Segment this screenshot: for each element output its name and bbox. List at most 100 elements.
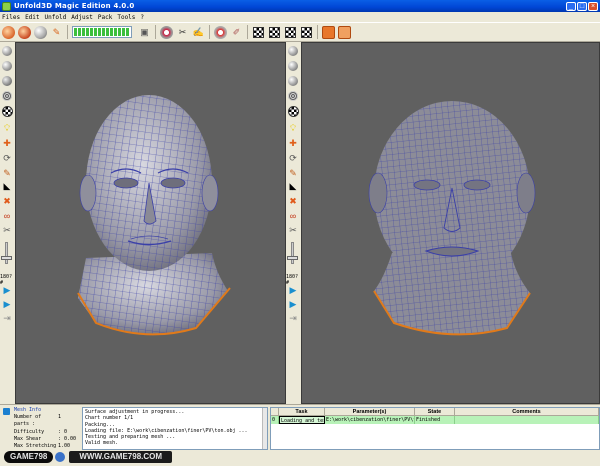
watermark-right: WWW.GAME798.COM [69, 451, 173, 463]
weld-icon[interactable]: ✐ [230, 26, 243, 39]
head-mesh-3d [77, 95, 231, 336]
sphere-tool-icon[interactable] [34, 25, 47, 39]
move-2-icon[interactable]: ✚ [287, 137, 299, 149]
menu-help[interactable]: ? [140, 14, 144, 21]
pencil-tool-icon[interactable]: ✎ [50, 26, 63, 39]
window-title: Unfold3D Magic Edition 4.0.0 [14, 2, 135, 10]
toolbar: ✎ ▣ ✂ ✍ ✐ [0, 22, 600, 42]
checker-sphere-icon[interactable] [1, 105, 13, 117]
checker-3-icon[interactable] [284, 26, 297, 39]
toolbar-separator [155, 25, 156, 39]
smooth-view-icon[interactable] [1, 60, 13, 72]
menu-unfold[interactable]: Unfold [45, 14, 67, 21]
watermark-logo-icon [55, 452, 66, 462]
shaded-view-2-icon[interactable] [287, 45, 299, 57]
mesh-info-icon [3, 408, 10, 415]
uv-viewport[interactable] [301, 42, 600, 404]
open-mesh-icon[interactable] [2, 25, 15, 39]
app-icon [2, 1, 11, 11]
triangle-2-icon[interactable]: ◣ [287, 180, 299, 192]
loop-icon[interactable]: ∞ [1, 210, 13, 222]
cut-icon[interactable] [214, 25, 227, 39]
toolbar-separator [317, 25, 318, 39]
menu-tools[interactable]: Tools [117, 14, 135, 21]
mesh-info-title: Mesh Info [14, 407, 42, 413]
column-header-task[interactable]: Task [279, 408, 325, 415]
toolbar-separator [247, 25, 248, 39]
pack-icon[interactable] [322, 25, 335, 39]
checker-1-icon[interactable] [252, 26, 265, 39]
menu-bar: Files Edit Unfold Adjust Pack Tools ? [0, 12, 600, 22]
left-tool-column: 💡︎ ✚ ⟳ ✎ ◣ ✖ ∞ ✂ 180?# ▶ ▶ ⇥ [0, 42, 15, 404]
camera-icon[interactable]: ▣ [138, 26, 151, 39]
column-header-state[interactable]: State [415, 408, 455, 415]
log-line: Valid mesh. [85, 440, 119, 447]
zoom-slider-track[interactable] [5, 242, 8, 264]
watermark-bar: GAME798 WWW.GAME798.COM [0, 448, 600, 466]
toolbar-separator [67, 25, 68, 39]
task-table: Task Parameter(s) State Comments 0 Loadi… [270, 407, 600, 450]
shaded-view-icon[interactable] [1, 45, 13, 57]
relax-icon[interactable]: ✍ [192, 26, 205, 39]
table-cell [455, 416, 599, 424]
close-button[interactable]: × [588, 1, 598, 11]
menu-edit[interactable]: Edit [25, 14, 39, 21]
log-scrollbar[interactable] [262, 408, 267, 449]
unfold-icon[interactable] [160, 25, 173, 39]
light-bulb-2-icon[interactable]: 💡︎ [287, 122, 299, 134]
3d-viewport[interactable] [15, 42, 286, 404]
checker-4-icon[interactable] [300, 26, 313, 39]
wireframe-sphere-icon[interactable] [1, 90, 13, 102]
optimize-icon[interactable]: ✂ [176, 26, 189, 39]
checker-2-icon[interactable] [268, 26, 281, 39]
app-window: Unfold3D Magic Edition 4.0.0 _ □ × Files… [0, 0, 600, 466]
mesh-info-panel: Mesh Info Number of parts : 1 Difficulty… [0, 405, 82, 456]
save-mesh-icon[interactable] [18, 25, 31, 39]
zoom-slider-2-track[interactable] [291, 242, 294, 264]
light-bulb-icon[interactable]: 💡︎ [1, 122, 13, 134]
watermark-left: GAME798 [4, 451, 54, 463]
table-cell: Finished [415, 416, 455, 424]
forward-icon[interactable]: ▶ [1, 298, 13, 310]
step-2-icon[interactable]: ⇥ [287, 312, 299, 324]
wire-view-icon[interactable] [1, 75, 13, 87]
maximize-button[interactable]: □ [577, 1, 587, 11]
table-row[interactable]: 0 Loading and tes E:\work\cibenzation\fi… [271, 416, 599, 424]
move-icon[interactable]: ✚ [1, 137, 13, 149]
column-header-comments[interactable]: Comments [455, 408, 599, 415]
pen-2-icon[interactable]: ✎ [287, 167, 299, 179]
step-icon[interactable]: ⇥ [1, 312, 13, 324]
scissors-icon[interactable]: ✂ [1, 224, 13, 236]
checker-sphere-2-icon[interactable] [287, 105, 299, 117]
table-cell: E:\work\cibenzation\finer\PV\ton [326, 416, 415, 424]
rotate-2-icon[interactable]: ⟳ [287, 152, 299, 164]
wire-view-2-icon[interactable] [287, 75, 299, 87]
menu-adjust[interactable]: Adjust [71, 14, 93, 21]
menu-pack[interactable]: Pack [98, 14, 112, 21]
title-bar: Unfold3D Magic Edition 4.0.0 _ □ × [0, 0, 600, 12]
play-icon[interactable]: ▶ [1, 284, 13, 296]
wireframe-sphere-2-icon[interactable] [287, 90, 299, 102]
zoom-slider-thumb[interactable] [1, 256, 12, 260]
mesh-info-row: Difficulty : 0 [14, 428, 68, 435]
smooth-view-2-icon[interactable] [287, 60, 299, 72]
triangle-icon[interactable]: ◣ [1, 180, 13, 192]
rotate-icon[interactable]: ⟳ [1, 152, 13, 164]
minimize-button[interactable]: _ [566, 1, 576, 11]
pack-options-icon[interactable] [338, 25, 351, 39]
log-console[interactable]: Surface adjustment in progress... Chart … [82, 407, 268, 450]
forward-2-icon[interactable]: ▶ [287, 298, 299, 310]
loop-2-icon[interactable]: ∞ [287, 210, 299, 222]
scissors-2-icon[interactable]: ✂ [287, 224, 299, 236]
cut-edge-icon[interactable]: ✖ [1, 195, 13, 207]
task-table-header: Task Parameter(s) State Comments [271, 408, 599, 416]
column-header [271, 408, 279, 415]
menu-files[interactable]: Files [2, 14, 20, 21]
pen-icon[interactable]: ✎ [1, 167, 13, 179]
middle-tool-column: 💡︎ ✚ ⟳ ✎ ◣ ✖ ∞ ✂ 180?# ▶ ▶ ⇥ [286, 42, 301, 404]
mesh-info-row: Number of parts : 1 [14, 414, 62, 428]
column-header-parameters[interactable]: Parameter(s) [325, 408, 415, 415]
cut-edge-2-icon[interactable]: ✖ [287, 195, 299, 207]
zoom-slider-2-thumb[interactable] [287, 256, 298, 260]
play-2-icon[interactable]: ▶ [287, 284, 299, 296]
